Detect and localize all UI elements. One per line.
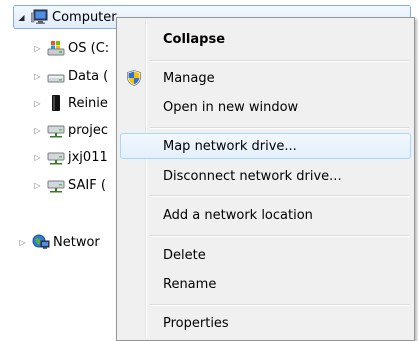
menu-item-delete[interactable]: Delete [120,242,411,268]
tree-item-label: Reinie [68,95,108,111]
tree-item-network[interactable]: ▷ Networ [18,231,100,253]
menu-item-open-new-window[interactable]: Open in new window [120,94,411,120]
collapsed-arrow-icon[interactable]: ▷ [18,238,27,247]
menu-item-label: Manage [163,70,215,86]
computer-icon [31,9,48,24]
uac-shield-icon [127,70,141,86]
tree-item-label: Computer [52,9,117,25]
menu-item-add-network-location[interactable]: Add a network location [120,202,411,228]
tree-item-network-drive-projec[interactable]: ▷ projec [33,119,108,141]
menu-item-disconnect-network-drive[interactable]: Disconnect network drive... [120,163,411,189]
menu-item-label: Delete [163,247,206,263]
collapsed-arrow-icon[interactable]: ▷ [33,44,42,53]
menu-item-label: Properties [163,315,229,331]
menu-item-label: Open in new window [163,99,299,115]
collapsed-arrow-icon[interactable]: ▷ [33,181,42,190]
menu-item-map-network-drive[interactable]: Map network drive... [120,133,411,159]
context-menu: Collapse Manage Open in new window Map n… [116,17,415,341]
tree-item-label: OS (C: [68,40,110,56]
menu-item-label: Disconnect network drive... [163,168,342,184]
menu-item-properties[interactable]: Properties [120,310,411,336]
tree-item-label: jxj011 [68,149,108,165]
tree-item-label: projec [68,122,109,138]
tree-item-label: Networ [53,234,100,250]
tree-item-computer[interactable]: ◢ Computer [17,6,117,28]
tree-item-os-drive[interactable]: ▷ OS (C: [33,37,109,59]
explorer-window: ◢ Computer ▷ OS (C: ▷ Data (▷ Reinie ▷ … [0,0,418,341]
menu-separator [150,60,409,62]
network-icon [32,234,50,249]
tree-item-label: SAIF ( [68,177,106,193]
tree-item-network-drive-jxj011[interactable]: ▷ jxj011 [33,146,108,168]
collapsed-arrow-icon[interactable]: ▷ [33,99,42,108]
menu-item-collapse[interactable]: Collapse [120,26,411,52]
menu-item-label: Map network drive... [163,138,297,154]
collapsed-arrow-icon[interactable]: ▷ [33,153,42,162]
removable-drive-icon [52,95,60,111]
tree-item-label: Data ( [68,68,109,84]
system-drive-icon [47,41,65,56]
collapsed-arrow-icon[interactable]: ▷ [33,126,42,135]
tree-item-data-drive[interactable]: ▷ Data ( [33,65,108,87]
menu-item-label: Rename [163,276,217,292]
tree-item-network-drive-saif[interactable]: ▷ SAIF ( [33,174,106,196]
network-drive-icon [47,180,65,193]
collapsed-arrow-icon[interactable]: ▷ [33,72,42,81]
tree-item-removable-drive[interactable]: ▷ Reinie [33,92,108,114]
menu-item-label: Collapse [163,31,226,47]
menu-item-manage[interactable]: Manage [120,65,411,91]
menu-separator [150,127,409,129]
hard-drive-icon [47,74,65,83]
menu-separator [150,195,409,197]
menu-separator [150,235,409,237]
expanded-arrow-icon[interactable]: ◢ [17,13,26,22]
menu-separator [150,304,409,306]
menu-item-label: Add a network location [163,207,313,223]
menu-item-rename[interactable]: Rename [120,271,411,297]
network-drive-icon [47,125,65,138]
network-drive-icon [47,152,65,165]
